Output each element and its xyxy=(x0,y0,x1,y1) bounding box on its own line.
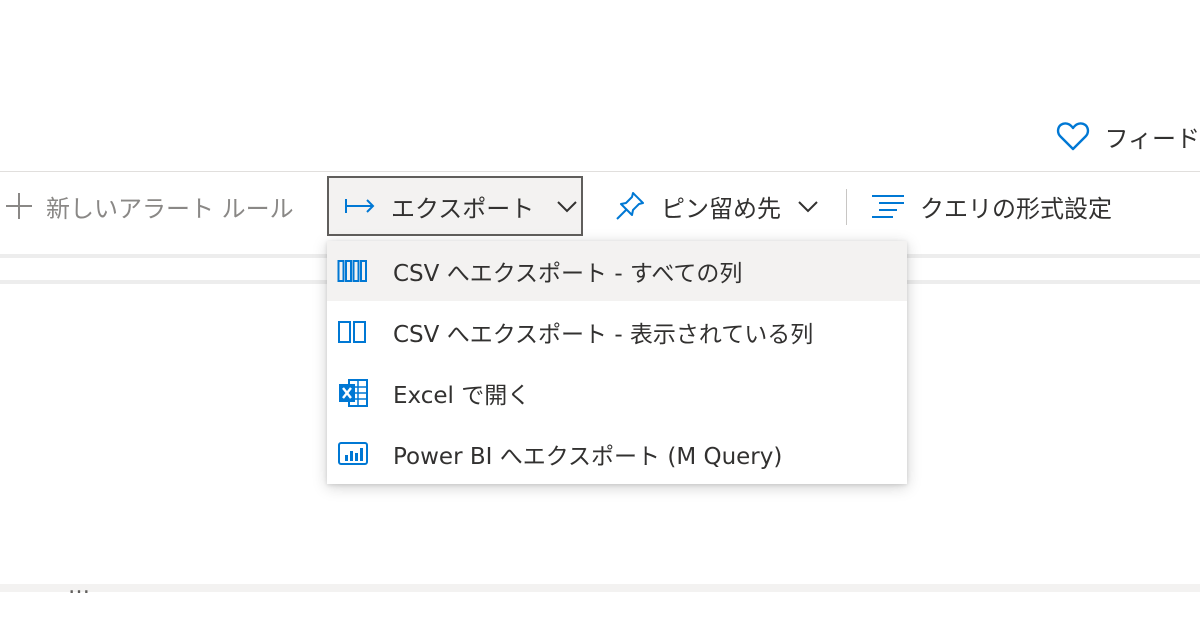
export-arrow-icon xyxy=(343,191,377,221)
pin-to-label: ピン留め先 xyxy=(661,194,781,223)
chevron-down-icon xyxy=(556,195,578,217)
menu-item-csv-all-columns[interactable]: CSV へエクスポート - すべての列 xyxy=(327,241,907,301)
chevron-down-icon xyxy=(797,195,819,217)
menu-item-label: CSV へエクスポート - 表示されている列 xyxy=(393,322,814,348)
heart-icon xyxy=(1056,120,1090,152)
pin-icon xyxy=(613,189,647,223)
new-alert-rule-button[interactable]: 新しいアラート ルール xyxy=(2,176,294,236)
format-lines-icon xyxy=(870,191,906,221)
query-toolbar: 新しいアラート ルール エクスポート ピン留め先 クエリの形式設定 xyxy=(0,176,1200,240)
feedback-label: フィード xyxy=(1104,124,1200,153)
menu-item-power-bi[interactable]: Power BI へエクスポート (M Query) xyxy=(327,424,907,484)
toolbar-divider xyxy=(0,171,1200,172)
power-bi-icon xyxy=(337,438,369,470)
export-button[interactable]: エクスポート xyxy=(327,176,583,236)
format-query-button[interactable]: クエリの形式設定 xyxy=(870,176,1112,236)
export-dropdown-menu: CSV へエクスポート - すべての列 CSV へエクスポート - 表示されてい… xyxy=(327,241,907,484)
pin-to-button[interactable]: ピン留め先 xyxy=(613,176,819,236)
menu-item-open-in-excel[interactable]: Excel で開く xyxy=(327,363,907,423)
csv-all-columns-icon xyxy=(337,255,369,287)
menu-item-label: CSV へエクスポート - すべての列 xyxy=(393,261,743,287)
excel-icon xyxy=(337,377,369,409)
menu-item-csv-visible-columns[interactable]: CSV へエクスポート - 表示されている列 xyxy=(327,302,907,362)
format-query-label: クエリの形式設定 xyxy=(920,194,1112,223)
new-alert-rule-label: 新しいアラート ルール xyxy=(46,194,294,223)
grid-footer-line xyxy=(0,584,1200,592)
more-options-button[interactable]: … xyxy=(68,574,92,599)
export-label: エクスポート xyxy=(391,194,535,223)
plus-icon xyxy=(2,189,36,223)
csv-visible-columns-icon xyxy=(337,316,369,348)
toolbar-separator xyxy=(846,189,847,225)
menu-item-label: Power BI へエクスポート (M Query) xyxy=(393,444,783,470)
feedback-button[interactable]: フィード xyxy=(1056,118,1200,154)
menu-item-label: Excel で開く xyxy=(393,383,531,409)
